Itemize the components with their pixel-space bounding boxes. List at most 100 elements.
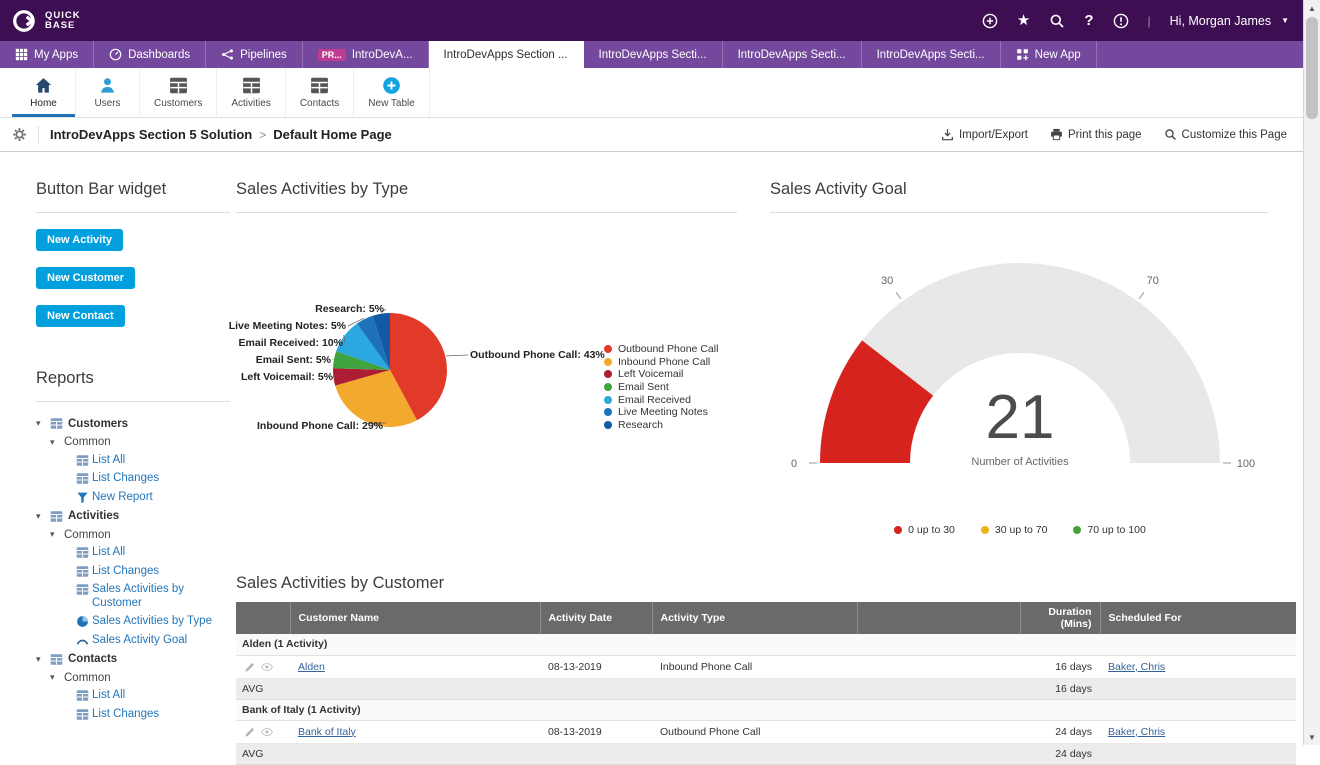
new-customer-button[interactable]: New Customer xyxy=(36,267,135,289)
help-icon[interactable]: ? xyxy=(1084,13,1093,29)
col-activity-date[interactable]: Activity Date xyxy=(540,602,652,634)
scheduled-for-link[interactable]: Baker, Chris xyxy=(1108,726,1165,738)
tab-dashboards[interactable]: Dashboards xyxy=(94,41,206,68)
customize-page-button[interactable]: Customize this Page xyxy=(1164,128,1287,141)
quickbase-logo[interactable]: QUICK BASE xyxy=(12,8,81,34)
col-duration[interactable]: Duration (Mins) xyxy=(1020,602,1100,634)
tree-table-contacts[interactable]: ▾ Contacts xyxy=(36,650,230,669)
scheduled-for-link[interactable]: Baker, Chris xyxy=(1108,661,1165,673)
tab-introdevapps-2[interactable]: IntroDevApps Secti... xyxy=(584,41,723,68)
home-icon xyxy=(34,76,53,95)
view-record-icon[interactable] xyxy=(261,661,273,673)
report-link-list-all[interactable]: List All xyxy=(36,544,230,563)
tree-group-common[interactable]: ▾ Common xyxy=(36,526,230,544)
add-icon[interactable] xyxy=(982,13,998,29)
vertical-scrollbar[interactable]: ▲ ▼ xyxy=(1303,0,1320,745)
legend-label: 0 up to 30 xyxy=(908,524,955,536)
tab-pipelines[interactable]: Pipelines xyxy=(206,41,303,68)
tab-my-apps[interactable]: My Apps xyxy=(0,41,94,68)
gauge-legend-item[interactable]: 30 up to 70 xyxy=(981,524,1048,537)
new-activity-button[interactable]: New Activity xyxy=(36,229,123,251)
caret-down-icon[interactable]: ▾ xyxy=(50,529,59,540)
activity-date-cell: 08-13-2019 xyxy=(540,655,652,678)
customer-link[interactable]: Bank of Italy xyxy=(298,726,356,738)
tab-new-app[interactable]: New App xyxy=(1001,41,1097,68)
table-item-new-table[interactable]: New Table xyxy=(354,68,430,117)
pie-legend-item[interactable]: Research xyxy=(604,419,718,432)
settings-gear-icon[interactable] xyxy=(12,127,27,142)
scroll-down-button[interactable]: ▼ xyxy=(1304,729,1320,745)
table-row: Alden 08-13-2019 Inbound Phone Call 16 d… xyxy=(236,655,1296,678)
tab-introdevapps-3[interactable]: IntroDevApps Secti... xyxy=(723,41,862,68)
tab-introdevapps-pr[interactable]: PR...IntroDevA... xyxy=(303,41,429,68)
table-strip: Home Users Customers Activities Contacts… xyxy=(0,68,1303,118)
caret-down-icon[interactable]: ▾ xyxy=(36,511,45,522)
scroll-up-button[interactable]: ▲ xyxy=(1304,0,1320,16)
report-link-new-report[interactable]: New Report xyxy=(36,488,230,507)
table-item-users[interactable]: Users xyxy=(76,68,140,117)
pie-legend-item[interactable]: Live Meeting Notes xyxy=(604,406,718,419)
breadcrumb-separator: > xyxy=(259,128,266,142)
pie-legend-item[interactable]: Email Sent xyxy=(604,381,718,394)
caret-down-icon[interactable]: ▾ xyxy=(50,437,59,448)
caret-down-icon[interactable]: ▾ xyxy=(50,672,59,683)
search-icon[interactable] xyxy=(1049,13,1065,29)
report-link-list-changes[interactable]: List Changes xyxy=(36,470,230,489)
tab-introdevapps-4[interactable]: IntroDevApps Secti... xyxy=(862,41,1001,68)
new-table-icon xyxy=(382,76,401,95)
printer-icon xyxy=(1050,128,1063,141)
tree-table-activities[interactable]: ▾ Activities xyxy=(36,507,230,526)
report-link-list-all[interactable]: List All xyxy=(36,451,230,470)
pie-legend-item[interactable]: Email Received xyxy=(604,393,718,406)
scrollbar-thumb[interactable] xyxy=(1306,17,1318,119)
import-export-button[interactable]: Import/Export xyxy=(941,128,1028,141)
pie-callout-line xyxy=(446,355,468,356)
pie-chart-title: Sales Activities by Type xyxy=(236,180,737,213)
pie-legend-item[interactable]: Inbound Phone Call xyxy=(604,356,718,369)
col-customer-name[interactable]: Customer Name xyxy=(290,602,540,634)
favorites-star-icon[interactable]: ★ xyxy=(1017,13,1030,29)
left-sidebar: Button Bar widget New Activity New Custo… xyxy=(36,180,230,724)
gauge-legend-item[interactable]: 0 up to 30 xyxy=(894,524,955,537)
col-activity-type[interactable]: Activity Type xyxy=(652,602,857,634)
caret-down-icon[interactable]: ▾ xyxy=(36,654,45,665)
pie-data-label: Email Received: 10% xyxy=(239,337,343,349)
table-item-customers[interactable]: Customers xyxy=(140,68,217,117)
table-item-home[interactable]: Home xyxy=(12,68,76,117)
table-title: Sales Activities by Customer xyxy=(236,574,1296,593)
col-scheduled-for[interactable]: Scheduled For xyxy=(1100,602,1296,634)
caret-down-icon[interactable]: ▾ xyxy=(36,418,45,429)
report-link-sales-activity-goal[interactable]: Sales Activity Goal xyxy=(36,631,230,650)
table-item-activities[interactable]: Activities xyxy=(217,68,285,117)
report-link-sales-activities-by-type[interactable]: Sales Activities by Type xyxy=(36,613,230,632)
report-link-list-changes[interactable]: List Changes xyxy=(36,705,230,724)
tree-group-common[interactable]: ▾ Common xyxy=(36,433,230,451)
view-record-icon[interactable] xyxy=(261,726,273,738)
edit-record-icon[interactable] xyxy=(244,726,256,738)
customer-link[interactable]: Alden xyxy=(298,661,325,673)
pie-data-label: Email Sent: 5% xyxy=(256,354,331,366)
table-report-icon xyxy=(76,472,89,485)
tree-group-common[interactable]: ▾ Common xyxy=(36,669,230,687)
gauge-legend-item[interactable]: 70 up to 100 xyxy=(1073,524,1145,537)
tree-table-customers[interactable]: ▾ Customers xyxy=(36,414,230,433)
pie-data-label: Left Voicemail: 5% xyxy=(241,371,333,383)
tab-introdevapps-active[interactable]: IntroDevApps Section ... xyxy=(429,41,584,68)
breadcrumb-app-name[interactable]: IntroDevApps Section 5 Solution xyxy=(50,127,252,142)
legend-label: Outbound Phone Call xyxy=(618,343,718,355)
alert-icon[interactable] xyxy=(1113,13,1129,29)
table-icon xyxy=(169,76,188,95)
pie-legend-item[interactable]: Outbound Phone Call xyxy=(604,343,718,356)
user-greeting[interactable]: Hi, Morgan James xyxy=(1170,14,1271,28)
new-contact-button[interactable]: New Contact xyxy=(36,305,125,327)
report-link-list-all[interactable]: List All xyxy=(36,687,230,706)
report-link-sales-activities-by-customer[interactable]: Sales Activities by Customer xyxy=(36,581,230,613)
report-link-list-changes[interactable]: List Changes xyxy=(36,562,230,581)
pie-legend-item[interactable]: Left Voicemail xyxy=(604,368,718,381)
table-item-contacts[interactable]: Contacts xyxy=(286,68,354,117)
user-menu-caret-icon[interactable]: ▼ xyxy=(1281,16,1289,25)
edit-record-icon[interactable] xyxy=(244,661,256,673)
legend-dot-icon xyxy=(604,408,612,416)
print-page-button[interactable]: Print this page xyxy=(1050,128,1142,141)
gauge-legend: 0 up to 30 30 up to 70 70 up to 100 xyxy=(770,524,1270,537)
